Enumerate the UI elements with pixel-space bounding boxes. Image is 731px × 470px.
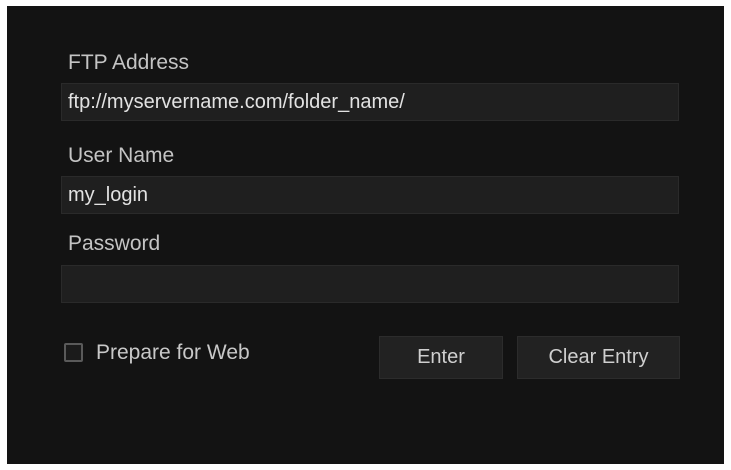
prepare-for-web-label: Prepare for Web [96, 341, 250, 364]
password-input[interactable] [61, 265, 679, 303]
enter-button[interactable]: Enter [379, 336, 503, 379]
ftp-settings-panel: FTP Address User Name Password Prepare f… [7, 6, 724, 464]
password-label: Password [68, 232, 161, 255]
prepare-for-web-checkbox[interactable] [64, 343, 83, 362]
user-name-label: User Name [68, 144, 175, 167]
ftp-address-label: FTP Address [68, 51, 189, 74]
user-name-input[interactable] [61, 176, 679, 214]
ftp-address-input[interactable] [61, 83, 679, 121]
clear-entry-button[interactable]: Clear Entry [517, 336, 680, 379]
